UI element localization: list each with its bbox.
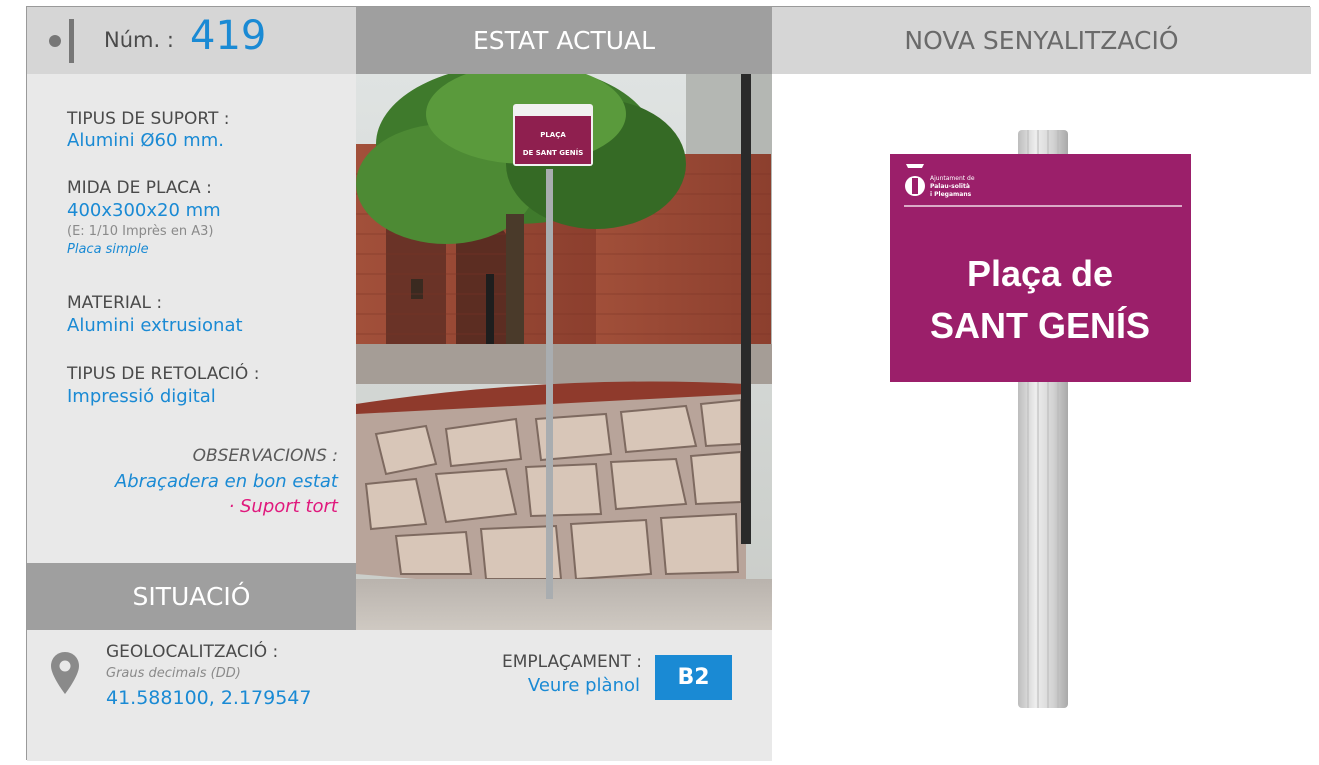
spec-panel: TIPUS DE SUPORT : Alumini Ø60 mm. MIDA D… [27,74,356,563]
observacions-line1: Abraçadera en bon estat [114,471,338,492]
emplacament-code-badge[interactable]: B2 [655,655,732,700]
org-line2: Palau-solità [930,183,970,190]
geo-label: GEOLOCALITZACIÓ : [106,642,279,662]
header-estat-actual: ESTAT ACTUAL [356,7,772,74]
photo-sign-line2: DE SANT GENÍS [523,148,584,157]
mida-placa-type: Placa simple [67,242,149,257]
geo-format: Graus decimals (DD) [106,666,241,681]
emplacament-link[interactable]: Veure plànol [400,675,640,696]
material-label: MATERIAL : [67,293,163,313]
current-state-photo: PLAÇA DE SANT GENÍS [356,74,772,630]
org-line1: Ajuntament de [930,175,975,182]
tipus-suport-label: TIPUS DE SUPORT : [67,109,230,129]
mida-placa-value: 400x300x20 mm [67,200,221,221]
observacions-line2: · Suport tort [228,496,338,517]
emplacament-label: EMPLAÇAMENT : [502,652,642,672]
new-sign-render: Ajuntament de Palau-solità i Plegamans P… [772,74,1311,761]
header-number-cell: Núm. : 419 [27,7,356,74]
num-value: 419 [190,13,267,59]
bullet-bar-icon [69,19,74,63]
org-line3: i Plegamans [930,191,972,198]
location-pin-icon [51,652,79,694]
sign-title-line1: Plaça de [967,253,1113,294]
mida-placa-label: MIDA DE PLACA : [67,178,212,198]
tipus-suport-value: Alumini Ø60 mm. [67,130,224,151]
bullet-icon [49,35,61,47]
mida-placa-scale: (E: 1/10 Imprès en A3) [67,224,214,239]
retolacio-value: Impressió digital [67,386,216,407]
observacions-label: OBSERVACIONS : [192,446,338,466]
fitxa-senyal: Núm. : 419 ESTAT ACTUAL NOVA SENYALITZAC… [26,6,1311,761]
situacio-panel: GEOLOCALITZACIÓ : Graus decimals (DD) 41… [27,630,772,761]
material-value: Alumini extrusionat [67,315,243,336]
photo-sign-line1: PLAÇA [540,131,566,139]
geo-value: 41.588100, 2.179547 [106,687,312,709]
sign-title-line2: SANT GENÍS [930,305,1150,346]
header-nova-senyalitzacio: NOVA SENYALITZACIÓ [772,7,1311,74]
situacio-header: SITUACIÓ [27,563,356,630]
retolacio-label: TIPUS DE RETOLACIÓ : [67,364,260,384]
num-label: Núm. : [104,28,174,52]
